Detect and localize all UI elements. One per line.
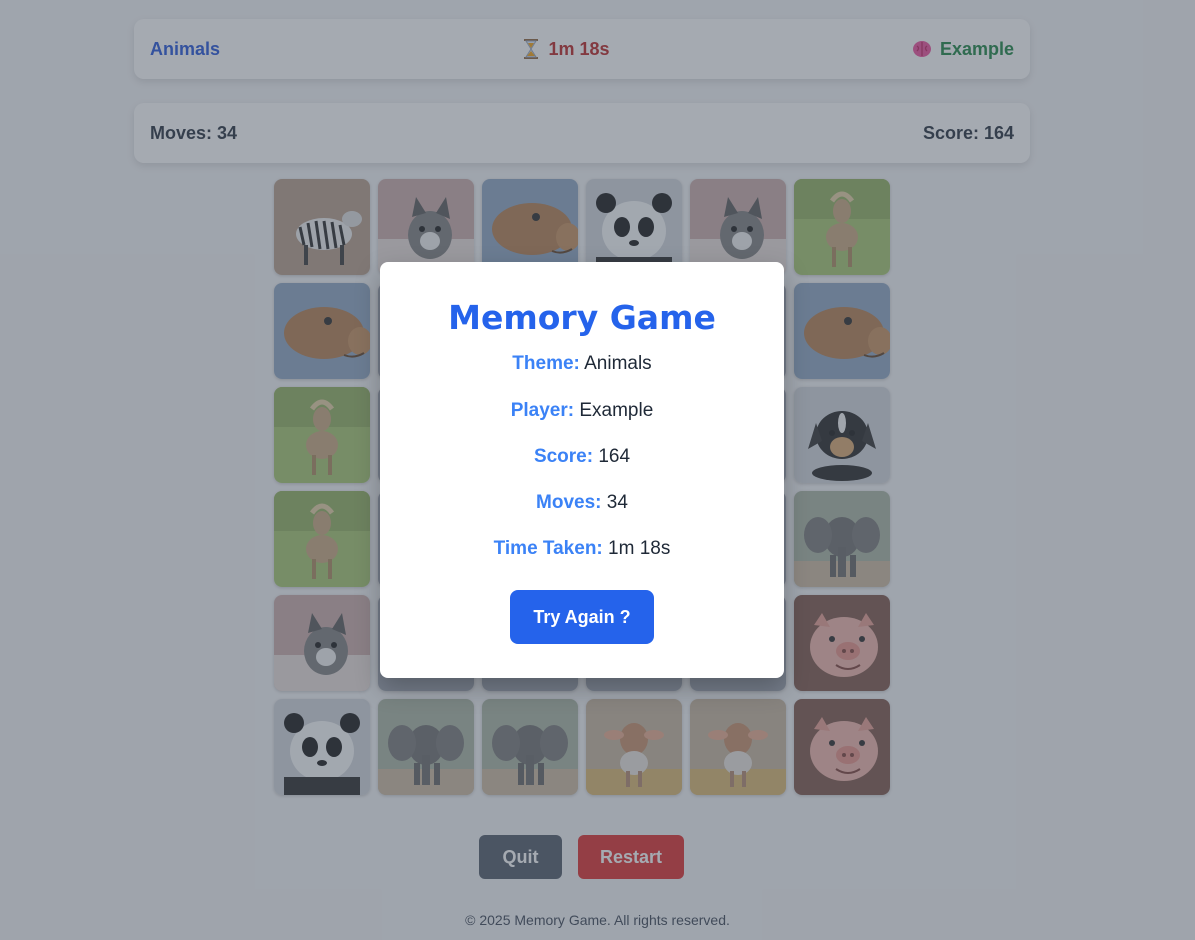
moves-label: Moves:: [536, 492, 602, 513]
modal-score-row: Score: 164: [380, 446, 784, 468]
time-value: 1m 18s: [608, 538, 671, 559]
time-label: Time Taken:: [493, 538, 603, 559]
modal-moves-row: Moves: 34: [380, 492, 784, 514]
modal-title: Memory Game: [448, 298, 716, 337]
theme-value: Animals: [584, 353, 652, 374]
player-label: Player:: [510, 400, 575, 421]
modal-time-row: Time Taken: 1m 18s: [380, 538, 784, 560]
score-label: Score:: [533, 446, 594, 467]
game-over-modal: Memory Game Theme: Animals Player: Examp…: [380, 262, 784, 678]
modal-theme-row: Theme: Animals: [380, 353, 784, 375]
score-value: 164: [598, 446, 631, 467]
theme-label: Theme:: [512, 353, 580, 374]
try-again-button[interactable]: Try Again ?: [510, 590, 654, 644]
player-value: Example: [579, 400, 654, 421]
modal-player-row: Player: Example: [380, 400, 784, 422]
moves-value: 34: [606, 492, 628, 513]
